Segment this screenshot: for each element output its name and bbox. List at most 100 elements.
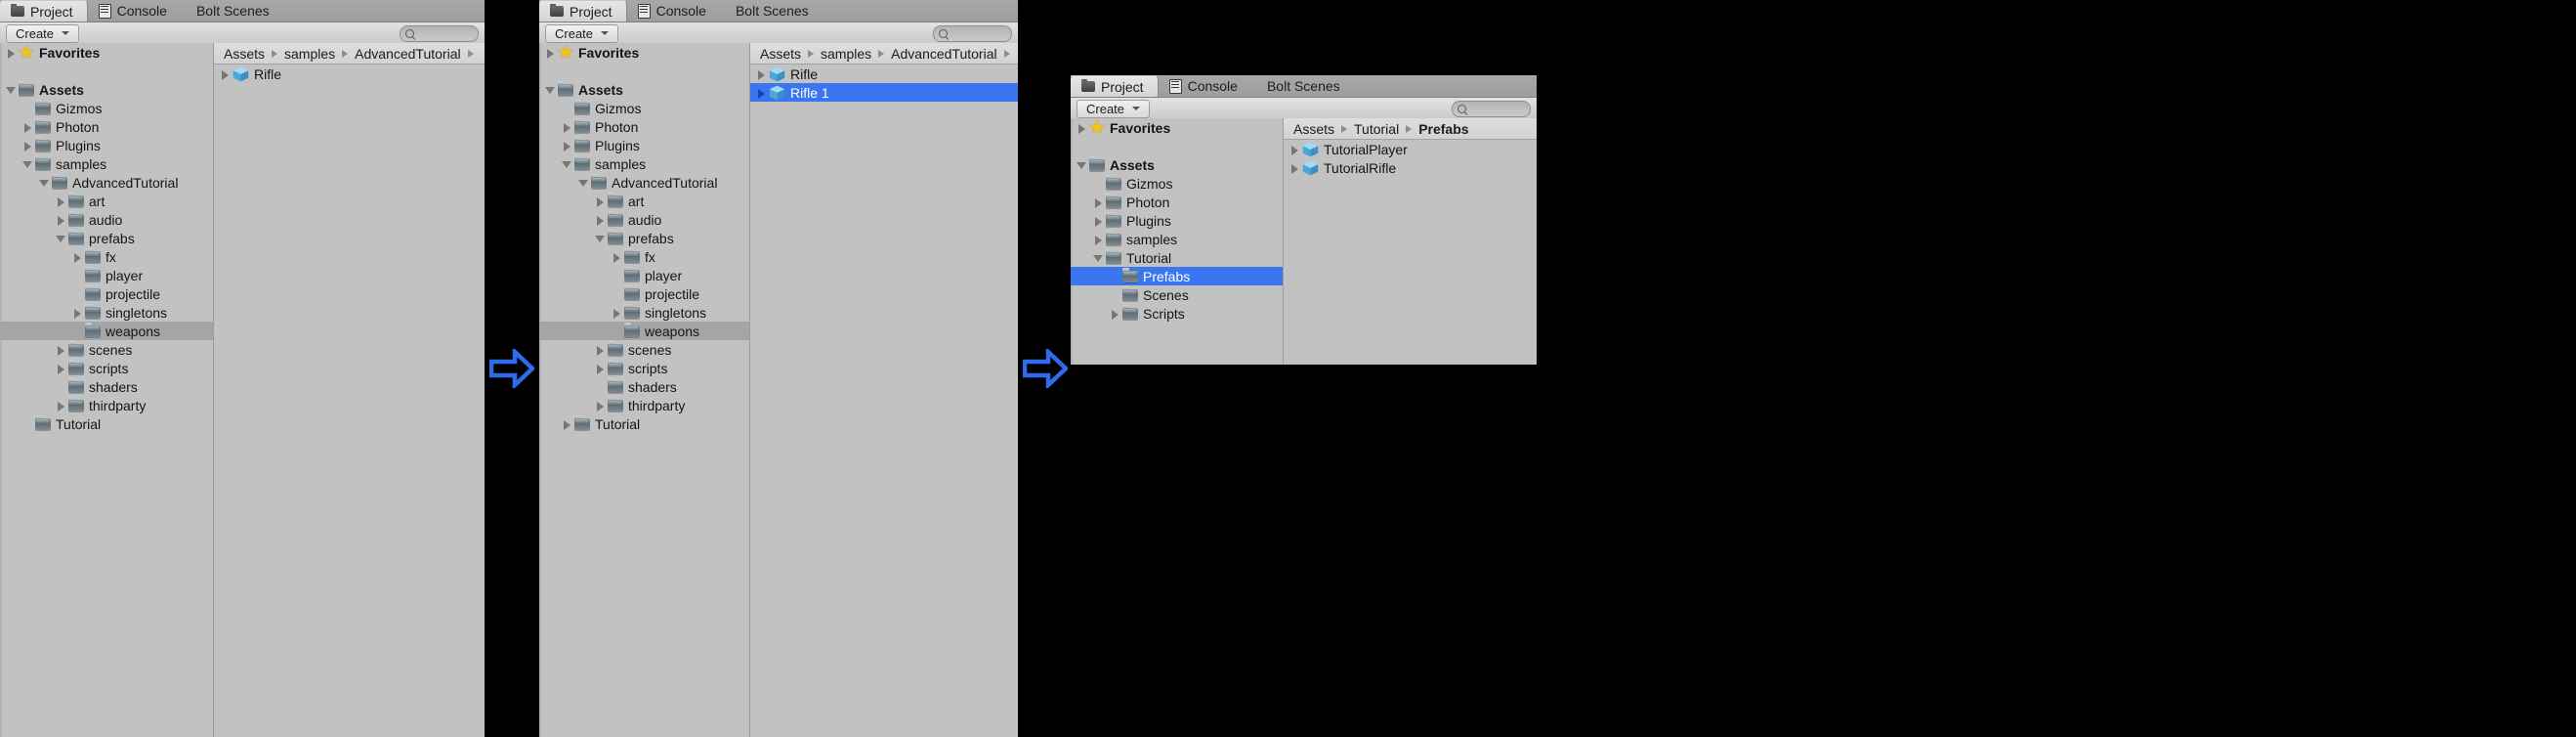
tree-item-advancedtutorial[interactable]: AdvancedTutorial <box>0 173 213 192</box>
breadcrumb-item[interactable]: Assets <box>760 46 801 62</box>
tree-item-scripts[interactable]: scripts <box>0 359 213 377</box>
project-tree-column[interactable]: ★ Favorites Assets Gizmos Photon Plugins sampl… <box>0 43 214 737</box>
tree-item-prefabs[interactable]: prefabs <box>539 229 749 247</box>
chevron-right-icon[interactable] <box>56 396 68 414</box>
chevron-right-icon[interactable] <box>595 192 608 210</box>
tree-item-samples[interactable]: samples <box>0 154 213 173</box>
tree-item-scenes[interactable]: scenes <box>0 340 213 359</box>
tab-bolt-scenes[interactable]: Bolt Scenes <box>1251 75 1354 97</box>
tree-item-thirdparty[interactable]: thirdparty <box>0 396 213 414</box>
create-button[interactable]: Create <box>1077 99 1151 118</box>
asset-list-column[interactable]: Assets samples AdvancedTutorial Rifle <box>214 43 485 737</box>
chevron-right-icon[interactable] <box>1110 304 1122 323</box>
tab-console[interactable]: Console <box>88 0 181 22</box>
tree-item-shaders[interactable]: shaders <box>0 377 213 396</box>
breadcrumb-item[interactable]: Assets <box>224 46 265 62</box>
tree-item-fx[interactable]: fx <box>539 247 749 266</box>
asset-item-tutorialrifle[interactable]: TutorialRifle <box>1284 158 1537 177</box>
tree-item-scripts[interactable]: Scripts <box>1071 304 1283 323</box>
tree-item-plugins[interactable]: Plugins <box>1071 211 1283 230</box>
chevron-right-icon[interactable] <box>545 43 558 62</box>
chevron-down-icon[interactable] <box>39 173 52 192</box>
chevron-down-icon[interactable] <box>545 80 558 99</box>
breadcrumb-item[interactable]: samples <box>821 46 871 62</box>
asset-item-rifle-1[interactable]: Rifle 1 <box>750 83 1018 102</box>
asset-item-rifle[interactable]: Rifle <box>750 65 1018 83</box>
asset-list-column[interactable]: Assets samples AdvancedTutorial Rifle Rifle… <box>750 43 1018 737</box>
tree-item-thirdparty[interactable]: thirdparty <box>539 396 749 414</box>
tab-bolt-scenes[interactable]: Bolt Scenes <box>720 0 823 22</box>
tree-item-art[interactable]: art <box>539 192 749 210</box>
tree-item-prefabs[interactable]: prefabs <box>0 229 213 247</box>
chevron-right-icon[interactable] <box>1077 118 1089 137</box>
chevron-right-icon[interactable] <box>595 396 608 414</box>
tree-item-assets[interactable]: Assets <box>539 80 749 99</box>
tab-project[interactable]: Project <box>539 0 627 22</box>
tree-item-favorites[interactable]: ★ Favorites <box>1071 118 1283 137</box>
chevron-right-icon[interactable] <box>595 340 608 359</box>
chevron-right-icon[interactable] <box>612 303 624 322</box>
tree-item-assets[interactable]: Assets <box>1071 155 1283 174</box>
create-button[interactable]: Create <box>545 23 619 43</box>
tree-item-art[interactable]: art <box>0 192 213 210</box>
chevron-right-icon[interactable] <box>56 340 68 359</box>
chevron-right-icon[interactable] <box>1093 230 1106 248</box>
tree-item-audio[interactable]: audio <box>539 210 749 229</box>
tree-item-plugins[interactable]: Plugins <box>539 136 749 154</box>
search-input[interactable] <box>933 25 1012 42</box>
tab-console[interactable]: Console <box>627 0 720 22</box>
tree-item-weapons[interactable]: weapons <box>0 322 213 340</box>
tree-item-samples[interactable]: samples <box>539 154 749 173</box>
tree-item-prefabs[interactable]: Prefabs <box>1071 267 1283 285</box>
chevron-down-icon[interactable] <box>22 154 35 173</box>
chevron-right-icon[interactable] <box>756 65 769 83</box>
chevron-right-icon[interactable] <box>1289 158 1302 177</box>
tree-item-projectile[interactable]: projectile <box>0 284 213 303</box>
breadcrumb-item[interactable]: Assets <box>1293 121 1334 137</box>
search-input[interactable] <box>1452 101 1531 117</box>
tab-console[interactable]: Console <box>1159 75 1251 97</box>
tree-item-player[interactable]: player <box>0 266 213 284</box>
tab-project[interactable]: Project <box>0 0 88 22</box>
chevron-down-icon[interactable] <box>595 229 608 247</box>
tree-item-scenes[interactable]: Scenes <box>1071 285 1283 304</box>
chevron-right-icon[interactable] <box>56 192 68 210</box>
tree-item-gizmos[interactable]: Gizmos <box>0 99 213 117</box>
chevron-right-icon[interactable] <box>72 303 85 322</box>
tree-item-photon[interactable]: Photon <box>0 117 213 136</box>
tree-item-scripts[interactable]: scripts <box>539 359 749 377</box>
tree-item-shaders[interactable]: shaders <box>539 377 749 396</box>
tree-item-weapons[interactable]: weapons <box>539 322 749 340</box>
tree-item-favorites[interactable]: ★ Favorites <box>0 43 213 62</box>
chevron-right-icon[interactable] <box>72 247 85 266</box>
breadcrumb-item[interactable]: samples <box>284 46 335 62</box>
chevron-right-icon[interactable] <box>1093 193 1106 211</box>
chevron-right-icon[interactable] <box>562 136 574 154</box>
chevron-down-icon[interactable] <box>1093 248 1106 267</box>
project-tree-column[interactable]: ★ Favorites Assets Gizmos Photon Plugins sampl… <box>1071 118 1284 365</box>
tree-item-advancedtutorial[interactable]: AdvancedTutorial <box>539 173 749 192</box>
tree-item-samples[interactable]: samples <box>1071 230 1283 248</box>
asset-list-column[interactable]: Assets Tutorial Prefabs TutorialPlayer Tuto… <box>1284 118 1537 365</box>
tree-item-photon[interactable]: Photon <box>1071 193 1283 211</box>
asset-list[interactable]: Rifle <box>214 65 485 83</box>
breadcrumb-item[interactable]: Prefabs <box>1418 121 1468 137</box>
chevron-right-icon[interactable] <box>6 43 19 62</box>
tree-item-tutorial[interactable]: Tutorial <box>1071 248 1283 267</box>
create-button[interactable]: Create <box>6 23 80 43</box>
chevron-right-icon[interactable] <box>756 83 769 102</box>
tree-item-gizmos[interactable]: Gizmos <box>539 99 749 117</box>
chevron-right-icon[interactable] <box>612 247 624 266</box>
asset-list[interactable]: TutorialPlayer TutorialRifle <box>1284 140 1537 177</box>
chevron-right-icon[interactable] <box>1093 211 1106 230</box>
breadcrumb-item[interactable]: AdvancedTutorial <box>355 46 460 62</box>
breadcrumb-item[interactable]: AdvancedTutorial <box>891 46 996 62</box>
chevron-right-icon[interactable] <box>562 414 574 433</box>
search-input[interactable] <box>400 25 479 42</box>
chevron-right-icon[interactable] <box>1289 140 1302 158</box>
chevron-right-icon[interactable] <box>595 359 608 377</box>
chevron-right-icon[interactable] <box>22 117 35 136</box>
tree-item-favorites[interactable]: ★ Favorites <box>539 43 749 62</box>
tab-project[interactable]: Project <box>1071 75 1159 97</box>
tree-item-tutorial[interactable]: Tutorial <box>539 414 749 433</box>
